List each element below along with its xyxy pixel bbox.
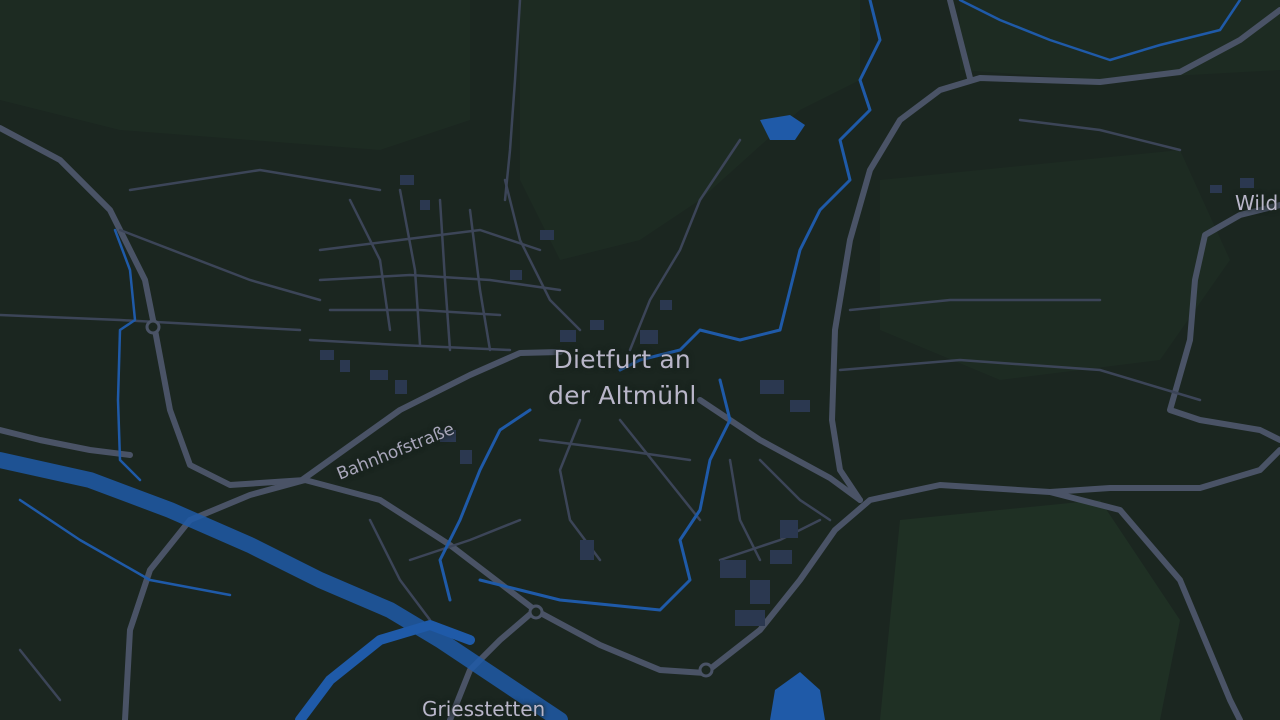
city-label-line2: der Altmühl	[548, 381, 697, 410]
lakes	[760, 115, 825, 720]
city-label[interactable]: Dietfurt an der Altmühl	[548, 342, 697, 414]
map-canvas[interactable]: Dietfurt an der Altmühl Bahnhofstraße Gr…	[0, 0, 1280, 720]
village-label-wild[interactable]: Wild	[1235, 191, 1278, 215]
village-label-griesstetten[interactable]: Griesstetten	[422, 697, 545, 720]
city-label-line1: Dietfurt an	[553, 345, 691, 374]
